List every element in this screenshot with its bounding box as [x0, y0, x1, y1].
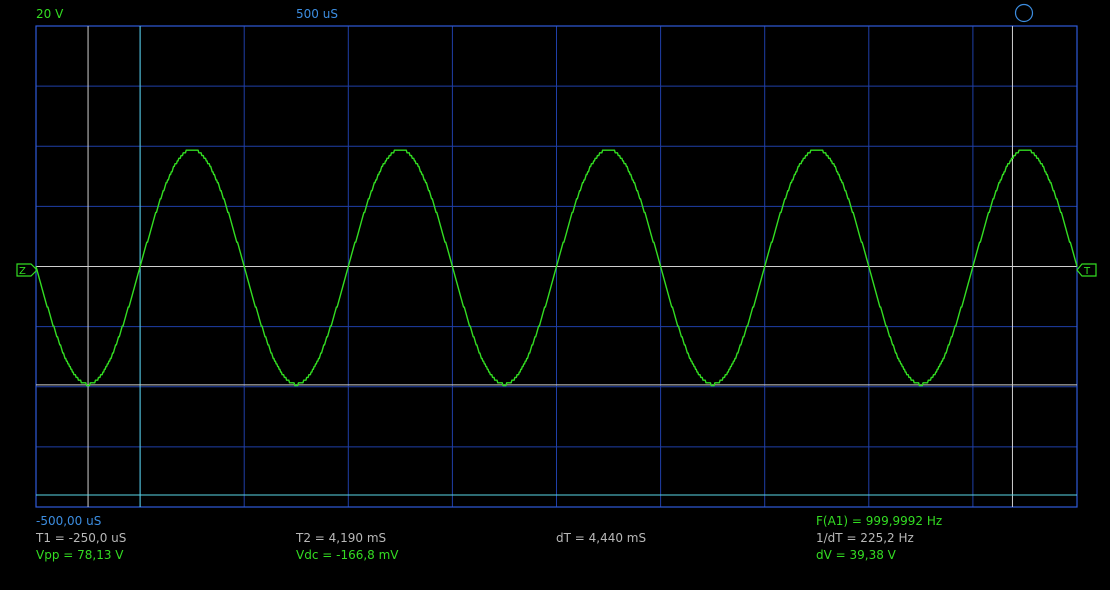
ground-marker[interactable]: Z [16, 263, 38, 277]
trigger-marker-label: T [1083, 266, 1091, 277]
time-offset-readout: -500,00 uS [36, 514, 102, 528]
ground-marker-label: Z [19, 266, 26, 277]
dt-readout: dT = 4,440 mS [556, 531, 647, 545]
t1-readout: T1 = -250,0 uS [36, 531, 127, 545]
oscilloscope-display: Z T [16, 3, 1097, 508]
trigger-marker[interactable]: T [1076, 263, 1097, 277]
frequency-readout: F(A1) = 999,9992 Hz [816, 514, 943, 528]
t2-readout: T2 = 4,190 mS [296, 531, 387, 545]
vpp-readout: Vpp = 78,13 V [36, 548, 124, 562]
inverse-dt-readout: 1/dT = 225,2 Hz [816, 531, 914, 545]
volts-per-div-label[interactable]: 20 V [36, 7, 63, 21]
time-per-div-label[interactable]: 500 uS [296, 7, 338, 21]
vdc-readout: Vdc = -166,8 mV [296, 548, 399, 562]
dv-readout: dV = 39,38 V [816, 548, 896, 562]
status-circle-icon[interactable] [1014, 3, 1034, 23]
